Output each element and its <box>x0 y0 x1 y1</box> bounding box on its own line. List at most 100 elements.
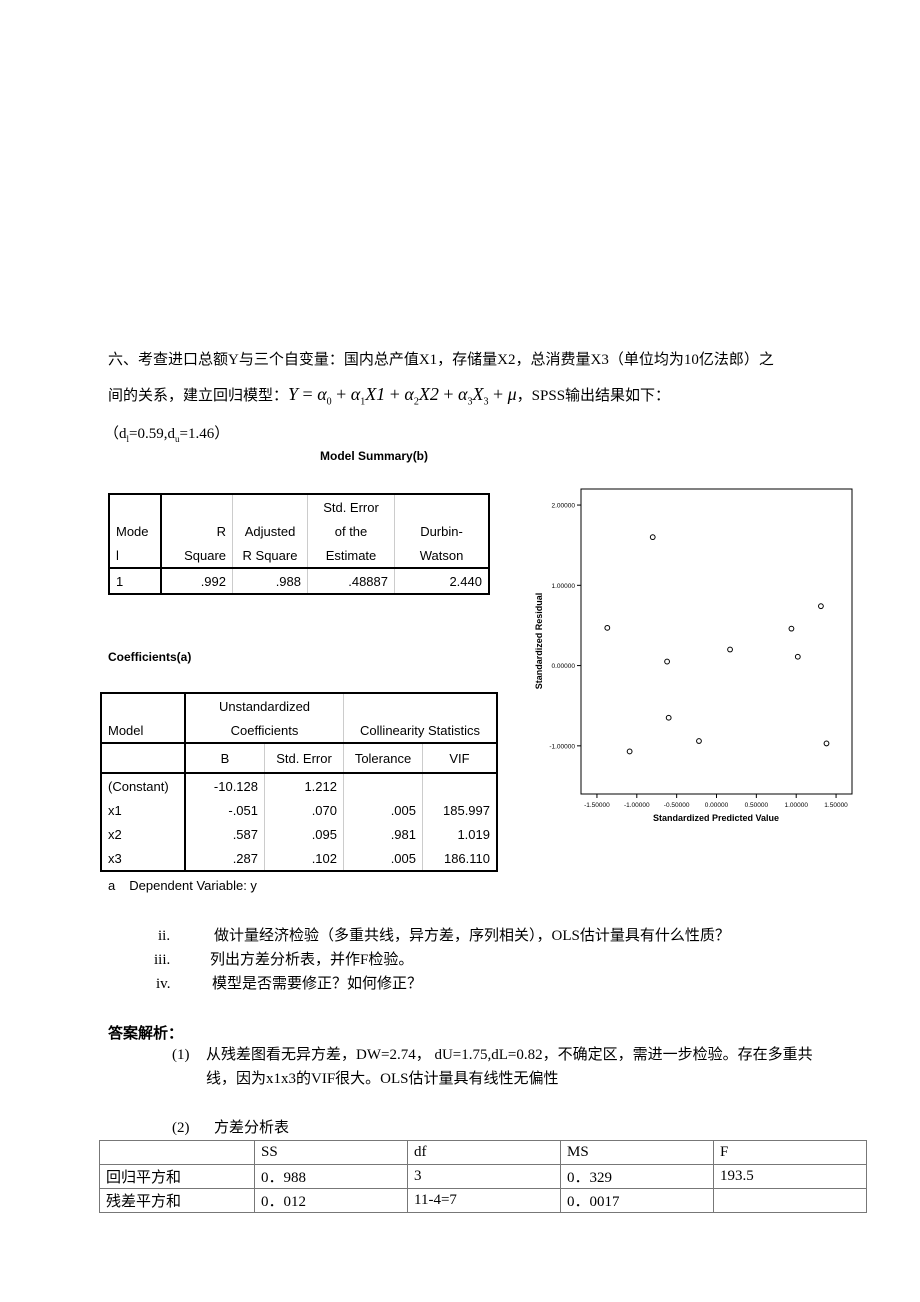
y-tick-label: -1.00000 <box>549 743 575 750</box>
eq-coef-0: α <box>317 384 327 404</box>
eq-coef-2: α <box>404 384 414 404</box>
list-num: ii. <box>158 928 171 944</box>
eq-coef-1: α <box>350 384 361 404</box>
anova-cell: 0．012 <box>254 1188 408 1213</box>
header-unstd-1: Unstandardized <box>185 693 344 718</box>
anova-cell: 残差平方和 <box>99 1188 255 1213</box>
footnote-mark: a <box>108 878 116 893</box>
eq-var-3: X <box>472 384 484 404</box>
cell-durbin-watson: 2.440 <box>449 573 482 589</box>
x-tick-label: -1.50000 <box>584 802 610 809</box>
table-row: x2 .587 .095 .981 1.019 <box>101 822 497 846</box>
answer-heading: 答案解析： <box>108 1026 184 1042</box>
y-tick-label: 0.00000 <box>552 663 576 670</box>
anova-cell: 0．0017 <box>560 1188 714 1213</box>
x-tick-label: -0.50000 <box>664 802 690 809</box>
model-summary-header-row-3: l Square R Square Estimate Watson <box>109 543 489 568</box>
header-r-square-2: Square <box>161 543 233 568</box>
anova-cell: 3 <box>407 1164 561 1189</box>
anova-header: df <box>407 1140 561 1165</box>
eq-error: μ <box>507 384 517 404</box>
answer-part2: (2) 方差分析表 <box>172 1118 289 1138</box>
question-line-2-suffix: ，SPSS输出结果如下： <box>516 388 671 404</box>
header-model-2: l <box>109 543 162 568</box>
model-summary-title: Model Summary(b) <box>320 449 429 463</box>
answer-part2-num: (2) <box>172 1120 190 1136</box>
anova-header: F <box>713 1140 867 1165</box>
list-item: iii. 列出方差分析表，并作F检验。 <box>150 948 730 972</box>
answer-part1-line2: 线，因为x1x3的VIF很大。OLS估计量具有线性无偏性 <box>206 1071 559 1087</box>
anova-header: SS <box>254 1140 408 1165</box>
header-unstd-2: Coefficients <box>185 718 344 743</box>
question-line-1: 六、考查进口总额Y与三个自变量：国内总产值X1，存储量X2，总消费量X3（单位均… <box>108 352 774 368</box>
header-vif: VIF <box>449 750 470 766</box>
model-summary-table: Std. Error Mode R Adjusted of the Durbin… <box>108 493 490 595</box>
question-line-2-prefix: 间的关系，建立回归模型： <box>108 388 289 404</box>
x-tick-label: -1.00000 <box>624 802 650 809</box>
footnote-text: Dependent Variable: y <box>129 878 257 893</box>
cell-vif <box>423 773 498 798</box>
cell-se: .102 <box>264 846 344 871</box>
dw-bounds: （dl=0.59,du=1.46） <box>104 424 229 449</box>
table-row: 1 .992 .988 .48887 2.440 <box>109 568 489 594</box>
header-collinearity: Collinearity Statistics <box>360 722 480 738</box>
coef-header-row-1: Unstandardized <box>101 693 497 718</box>
list-item: ii. 做计量经济检验（多重共线，异方差，序列相关），OLS估计量具有什么性质？ <box>150 924 730 948</box>
header-dw-1: Durbin- <box>420 523 463 539</box>
anova-cell: 11-4=7 <box>407 1188 561 1213</box>
model-summary-header-row-1: Std. Error <box>109 494 489 519</box>
list-text: 模型是否需要修正？如何修正？ <box>212 976 423 992</box>
eq-var-2: X2 <box>418 384 439 404</box>
header-model: Model <box>101 718 186 743</box>
dw-l-val: =0.59,d <box>129 426 175 442</box>
coef-header-row-2: Model Coefficients Collinearity Statisti… <box>101 718 497 743</box>
regression-equation: Y = α0 + α1X1 + α2X2 + α3X3 + μ <box>288 384 517 408</box>
table-row: x3 .287 .102 .005 186.110 <box>101 846 497 871</box>
anova-header <box>99 1140 255 1165</box>
cell-b: .287 <box>185 846 265 871</box>
cell-std-error: .48887 <box>307 568 395 594</box>
anova-table: SS df MS F 回归平方和 0．988 3 0．329 193.5 残差平… <box>99 1140 867 1213</box>
header-b: B <box>185 743 265 773</box>
sub-questions-list: ii. 做计量经济检验（多重共线，异方差，序列相关），OLS估计量具有什么性质？ … <box>150 924 730 996</box>
header-model-1: Mode <box>109 519 162 543</box>
header-r-square-1: R <box>161 519 233 543</box>
dw-open: （d <box>104 426 127 442</box>
anova-header: MS <box>560 1140 714 1165</box>
list-text: 列出方差分析表，并作F检验。 <box>210 952 414 968</box>
header-tolerance: Tolerance <box>343 743 423 773</box>
cell-b: -10.128 <box>185 773 265 798</box>
list-text: 做计量经济检验（多重共线，异方差，序列相关），OLS估计量具有什么性质？ <box>214 928 730 944</box>
dw-u-val: =1.46） <box>179 426 230 442</box>
cell-name: x1 <box>101 798 186 822</box>
y-axis-label: Standardized Residual <box>534 593 544 690</box>
anova-cell: 回归平方和 <box>99 1164 255 1189</box>
model-summary-header-row-2: Mode R Adjusted of the Durbin- <box>109 519 489 543</box>
list-num: iii. <box>154 952 171 968</box>
table-row: 回归平方和 0．988 3 0．329 193.5 <box>99 1164 867 1189</box>
x-axis-label: Standardized Predicted Value <box>653 813 779 823</box>
anova-cell: 193.5 <box>713 1164 867 1189</box>
cell-model: 1 <box>109 568 162 594</box>
cell-vif: 185.997 <box>443 802 490 818</box>
x-tick-label: 0.50000 <box>745 802 769 809</box>
eq-y: Y <box>288 384 299 404</box>
table-row: (Constant) -10.128 1.212 <box>101 773 497 798</box>
table-row: x1 -.051 .070 .005 185.997 <box>101 798 497 822</box>
eq-var-1: X1 <box>365 384 386 404</box>
answer-part2-title: 方差分析表 <box>214 1120 290 1136</box>
cell-se: .095 <box>264 822 344 846</box>
header-std-error-1: Std. Error <box>307 494 395 519</box>
list-item: iv. 模型是否需要修正？如何修正？ <box>150 972 730 996</box>
cell-vif: 186.110 <box>443 850 490 866</box>
cell-name: x3 <box>101 846 186 871</box>
header-adj-r-square-1: Adjusted <box>232 519 308 543</box>
cell-adj-r-square: .988 <box>232 568 308 594</box>
coefficients-footnote: a Dependent Variable: y <box>108 878 257 893</box>
eq-sign: = <box>298 384 318 404</box>
answer-part1: (1) 从残差图看无异方差，DW=2.74， dU=1.75,dL=0.82，不确… <box>172 1045 813 1065</box>
anova-cell: 0．329 <box>560 1164 714 1189</box>
cell-name: x2 <box>101 822 186 846</box>
cell-b: .587 <box>185 822 265 846</box>
header-dw-2: Watson <box>419 547 464 563</box>
